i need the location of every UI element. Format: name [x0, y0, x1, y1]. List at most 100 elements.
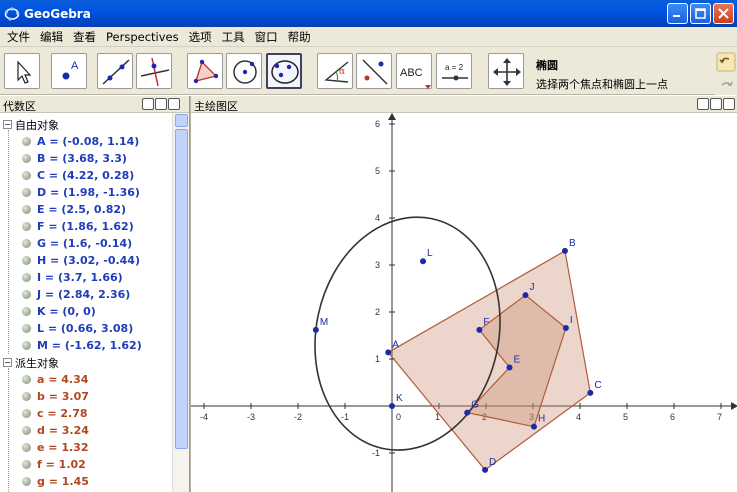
- y-tick-label: 3: [375, 260, 380, 270]
- visibility-ball-icon[interactable]: [22, 409, 31, 418]
- collapse-toggle-icon[interactable]: −: [3, 358, 12, 367]
- point-A: [385, 349, 392, 356]
- tool-text[interactable]: ABC: [396, 53, 432, 89]
- visibility-ball-icon[interactable]: [22, 392, 31, 401]
- menu-file[interactable]: 文件: [2, 27, 35, 47]
- maximize-button[interactable]: [690, 3, 711, 24]
- visibility-ball-icon[interactable]: [22, 426, 31, 435]
- polygon-icon: [193, 59, 219, 84]
- list-item[interactable]: M = (-1.62, 1.62): [0, 337, 172, 354]
- list-item[interactable]: C = (4.22, 0.28): [0, 167, 172, 184]
- close-button[interactable]: [713, 3, 734, 24]
- visibility-ball-icon[interactable]: [22, 137, 31, 146]
- undo-icon[interactable]: [715, 51, 737, 73]
- visibility-ball-icon[interactable]: [22, 477, 31, 486]
- list-item[interactable]: K = (0, 0): [0, 303, 172, 320]
- collapse-toggle-icon[interactable]: −: [3, 120, 12, 129]
- list-item[interactable]: H = (3.02, -0.44): [0, 252, 172, 269]
- list-item[interactable]: g = 1.45: [0, 473, 172, 490]
- group-free-objects[interactable]: − 自由对象: [0, 116, 172, 133]
- redo-icon[interactable]: [715, 73, 737, 95]
- point-label-G: G: [471, 400, 479, 411]
- tool-ellipse[interactable]: [266, 53, 302, 89]
- graphics-undock-button[interactable]: [710, 98, 722, 110]
- point-label-A: A: [392, 339, 399, 350]
- list-item[interactable]: f = 1.02: [0, 456, 172, 473]
- point-label-M: M: [320, 317, 328, 328]
- graphics-view[interactable]: -4 -3 -2 -1 0 1 2 3 4 5 6 7 6 5 4 3 2 1 -1 A B C D E F G H I J K L M: [190, 113, 737, 492]
- list-item[interactable]: c = 2.78: [0, 405, 172, 422]
- group-derived-objects[interactable]: − 派生对象: [0, 354, 172, 371]
- undo-redo-column: [715, 47, 737, 95]
- menu-view[interactable]: 查看: [68, 27, 101, 47]
- circle-center-point-icon: [233, 60, 257, 84]
- algebra-menu-button[interactable]: [142, 98, 154, 110]
- list-item[interactable]: I = (3.7, 1.66): [0, 269, 172, 286]
- list-item[interactable]: a = 4.34: [0, 371, 172, 388]
- tool-reflect[interactable]: [356, 53, 392, 89]
- visibility-ball-icon[interactable]: [22, 222, 31, 231]
- visibility-ball-icon[interactable]: [22, 256, 31, 265]
- algebra-undock-button[interactable]: [155, 98, 167, 110]
- graphics-canvas[interactable]: -4 -3 -2 -1 0 1 2 3 4 5 6 7654321-1ABCDEFGHIJKLM: [191, 113, 737, 492]
- menu-bar: 文件 编辑 查看 Perspectives 选项 工具 窗口 帮助: [0, 27, 737, 47]
- menu-perspectives[interactable]: Perspectives: [101, 27, 184, 47]
- menu-help[interactable]: 帮助: [283, 27, 316, 47]
- scroll-up-arrow-icon[interactable]: [175, 114, 188, 127]
- tool-perpendicular[interactable]: [136, 53, 172, 89]
- visibility-ball-icon[interactable]: [22, 443, 31, 452]
- angle-icon: α: [324, 61, 349, 83]
- list-item[interactable]: b = 3.07: [0, 388, 172, 405]
- algebra-scrollbar[interactable]: [172, 113, 189, 492]
- list-item[interactable]: E = (2.5, 0.82): [0, 201, 172, 218]
- list-item[interactable]: J = (2.84, 2.36): [0, 286, 172, 303]
- minimize-button[interactable]: [667, 3, 688, 24]
- list-item[interactable]: D = (1.98, -1.36): [0, 184, 172, 201]
- visibility-ball-icon[interactable]: [22, 290, 31, 299]
- tool-angle[interactable]: α: [317, 53, 353, 89]
- tool-circle[interactable]: [226, 53, 262, 89]
- ellipse-icon: [271, 60, 299, 84]
- list-item[interactable]: e = 1.32: [0, 439, 172, 456]
- move-graphics-view-icon: [493, 58, 521, 86]
- menu-tools[interactable]: 工具: [217, 27, 250, 47]
- point-label-L: L: [427, 248, 433, 259]
- list-item[interactable]: L = (0.66, 3.08): [0, 320, 172, 337]
- visibility-ball-icon[interactable]: [22, 273, 31, 282]
- slider-icon: a = 2: [442, 63, 468, 81]
- menu-window[interactable]: 窗口: [250, 27, 283, 47]
- tool-move-view[interactable]: [488, 53, 524, 89]
- visibility-ball-icon[interactable]: [22, 188, 31, 197]
- reflect-about-line-icon: [362, 59, 388, 85]
- scrollbar-thumb[interactable]: [175, 129, 188, 449]
- menu-options[interactable]: 选项: [184, 27, 217, 47]
- visibility-ball-icon[interactable]: [22, 460, 31, 469]
- visibility-ball-icon[interactable]: [22, 324, 31, 333]
- point-I: [562, 324, 569, 331]
- visibility-ball-icon[interactable]: [22, 154, 31, 163]
- point-label-F: F: [483, 317, 489, 328]
- list-item[interactable]: A = (-0.08, 1.14): [0, 133, 172, 150]
- x-tick-label: 7: [717, 412, 722, 422]
- visibility-ball-icon[interactable]: [22, 171, 31, 180]
- tool-line[interactable]: [97, 53, 133, 89]
- visibility-ball-icon[interactable]: [22, 239, 31, 248]
- list-item[interactable]: G = (1.6, -0.14): [0, 235, 172, 252]
- tool-move[interactable]: [4, 53, 40, 89]
- list-item[interactable]: B = (3.68, 3.3): [0, 150, 172, 167]
- graphics-close-button[interactable]: [723, 98, 735, 110]
- list-item[interactable]: F = (1.86, 1.62): [0, 218, 172, 235]
- menu-edit[interactable]: 编辑: [35, 27, 68, 47]
- list-item[interactable]: d = 3.24: [0, 422, 172, 439]
- graphics-menu-button[interactable]: [697, 98, 709, 110]
- algebra-close-button[interactable]: [168, 98, 180, 110]
- visibility-ball-icon[interactable]: [22, 375, 31, 384]
- visibility-ball-icon[interactable]: [22, 307, 31, 316]
- point-M: [312, 326, 319, 333]
- visibility-ball-icon[interactable]: [22, 205, 31, 214]
- tool-slider[interactable]: a = 2: [436, 53, 472, 89]
- insert-text-icon: ABC: [400, 67, 431, 89]
- visibility-ball-icon[interactable]: [22, 341, 31, 350]
- tool-new-point[interactable]: A: [51, 53, 87, 89]
- tool-polygon[interactable]: [187, 53, 223, 89]
